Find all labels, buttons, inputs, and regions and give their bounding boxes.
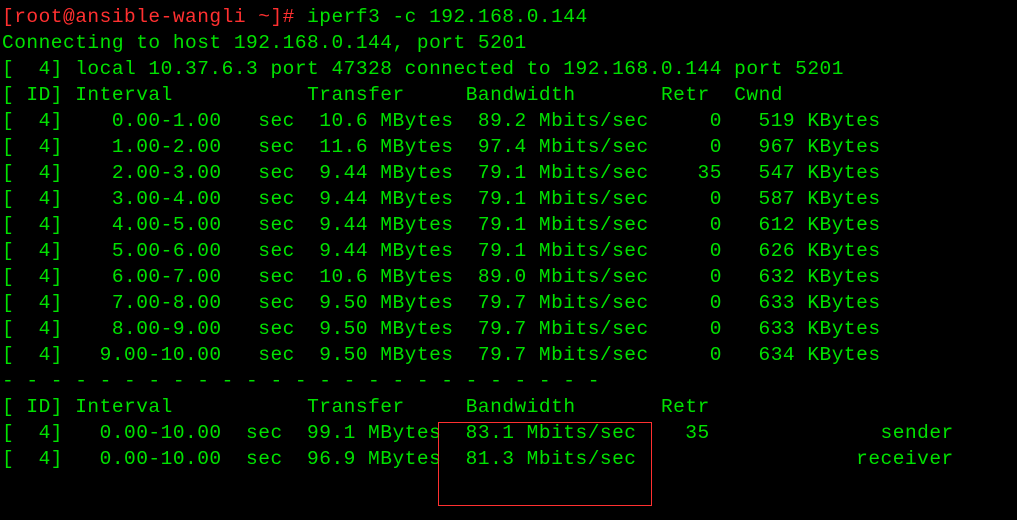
separator-line: - - - - - - - - - - - - - - - - - - - - … — [2, 370, 600, 392]
scol-bandwidth: Bandwidth — [466, 396, 576, 418]
table-row: [ 4] 6.00-7.00 sec 10.6 MBytes 89.0 Mbit… — [2, 266, 881, 288]
table-row: [ 4] 5.00-6.00 sec 9.44 MBytes 79.1 Mbit… — [2, 240, 881, 262]
table-row: [ 4] 8.00-9.00 sec 9.50 MBytes 79.7 Mbit… — [2, 318, 881, 340]
table-row: [ 4] 4.00-5.00 sec 9.44 MBytes 79.1 Mbit… — [2, 214, 881, 236]
col-cwnd: Cwnd — [734, 84, 783, 106]
command-text: iperf3 -c 192.168.0.144 — [307, 6, 588, 28]
col-interval: Interval — [75, 84, 173, 106]
table-row: [ 4] 0.00-1.00 sec 10.6 MBytes 89.2 Mbit… — [2, 110, 881, 132]
scol-retr: Retr — [661, 396, 710, 418]
summary-row: [ 4] 0.00-10.00 sec 99.1 MBytes 83.1 Mbi… — [2, 422, 954, 444]
scol-interval: Interval — [75, 396, 173, 418]
table-row: [ 4] 3.00-4.00 sec 9.44 MBytes 79.1 Mbit… — [2, 188, 881, 210]
col-retr: Retr — [661, 84, 710, 106]
table-header-row: [ ID] Interval Transfer Bandwidth Retr C… — [2, 84, 783, 106]
scol-transfer: Transfer — [307, 396, 405, 418]
summary-header-row: [ ID] Interval Transfer Bandwidth Retr — [2, 396, 710, 418]
col-transfer: Transfer — [307, 84, 405, 106]
table-row: [ 4] 9.00-10.00 sec 9.50 MBytes 79.7 Mbi… — [2, 344, 881, 366]
connecting-line: Connecting to host 192.168.0.144, port 5… — [2, 32, 527, 54]
table-row: [ 4] 2.00-3.00 sec 9.44 MBytes 79.1 Mbit… — [2, 162, 881, 184]
local-line: [ 4] local 10.37.6.3 port 47328 connecte… — [2, 58, 844, 80]
summary-row: [ 4] 0.00-10.00 sec 96.9 MBytes 81.3 Mbi… — [2, 448, 954, 470]
terminal-output: [root@ansible-wangli ~]# iperf3 -c 192.1… — [0, 0, 1017, 476]
col-id: [ ID] — [2, 84, 63, 106]
col-bandwidth: Bandwidth — [466, 84, 576, 106]
shell-prompt: [root@ansible-wangli ~]# — [2, 6, 295, 28]
table-row: [ 4] 1.00-2.00 sec 11.6 MBytes 97.4 Mbit… — [2, 136, 881, 158]
scol-id: [ ID] — [2, 396, 63, 418]
table-row: [ 4] 7.00-8.00 sec 9.50 MBytes 79.7 Mbit… — [2, 292, 881, 314]
